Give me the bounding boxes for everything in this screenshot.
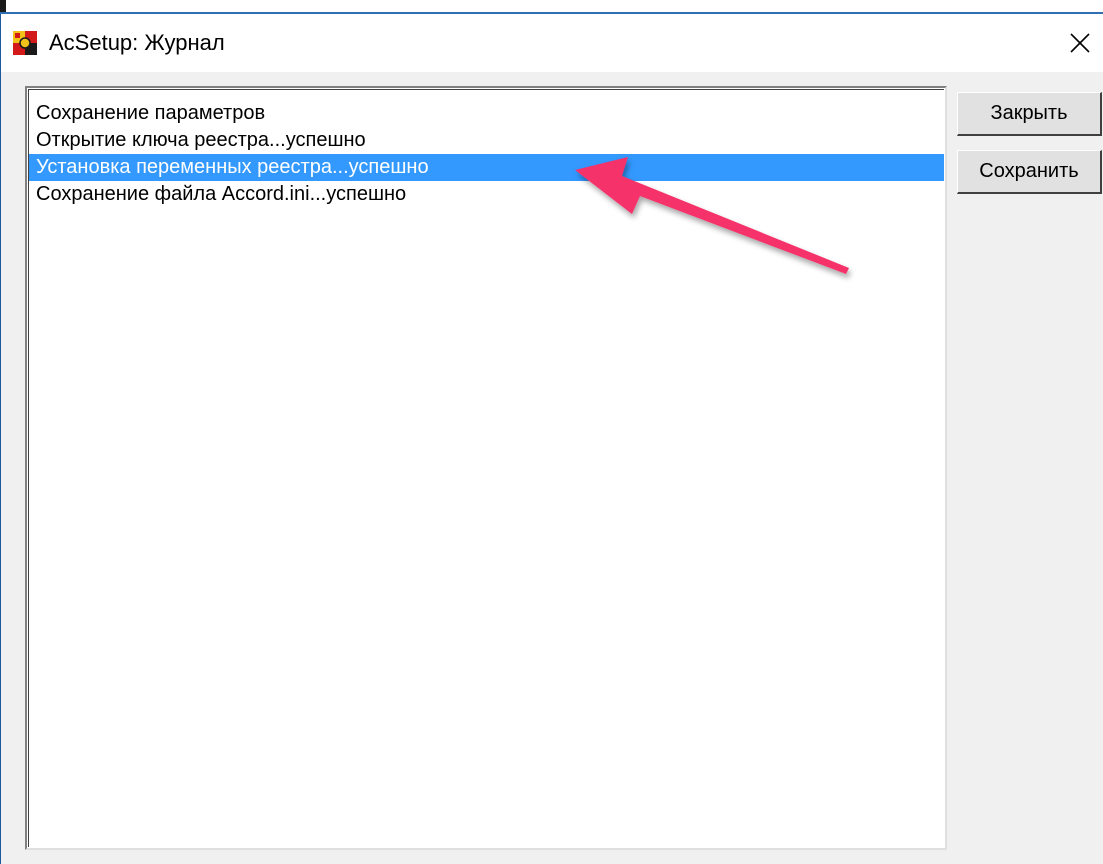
log-list[interactable]: Сохранение параметров Открытие ключа рее… <box>28 89 944 847</box>
log-item[interactable]: Сохранение параметров <box>29 100 944 127</box>
close-window-button[interactable] <box>1057 14 1103 72</box>
log-listbox[interactable]: Сохранение параметров Открытие ключа рее… <box>25 86 947 850</box>
log-item[interactable]: Открытие ключа реестра...успешно <box>29 127 944 154</box>
log-item[interactable]: Сохранение файла Accord.ini...успешно <box>29 181 944 208</box>
log-item[interactable]: Установка переменных реестра...успешно <box>29 154 944 181</box>
log-dialog-window: AcSetup: Журнал Сохранение параметров От… <box>0 14 1103 864</box>
close-button[interactable]: Закрыть <box>957 92 1102 136</box>
desktop-background-strip <box>0 0 1103 14</box>
background-fragment <box>0 0 6 12</box>
save-button[interactable]: Сохранить <box>957 150 1102 194</box>
close-icon <box>1070 33 1090 53</box>
acsetup-app-icon <box>13 31 37 55</box>
title-bar[interactable]: AcSetup: Журнал <box>1 14 1103 72</box>
window-title: AcSetup: Журнал <box>49 30 225 55</box>
